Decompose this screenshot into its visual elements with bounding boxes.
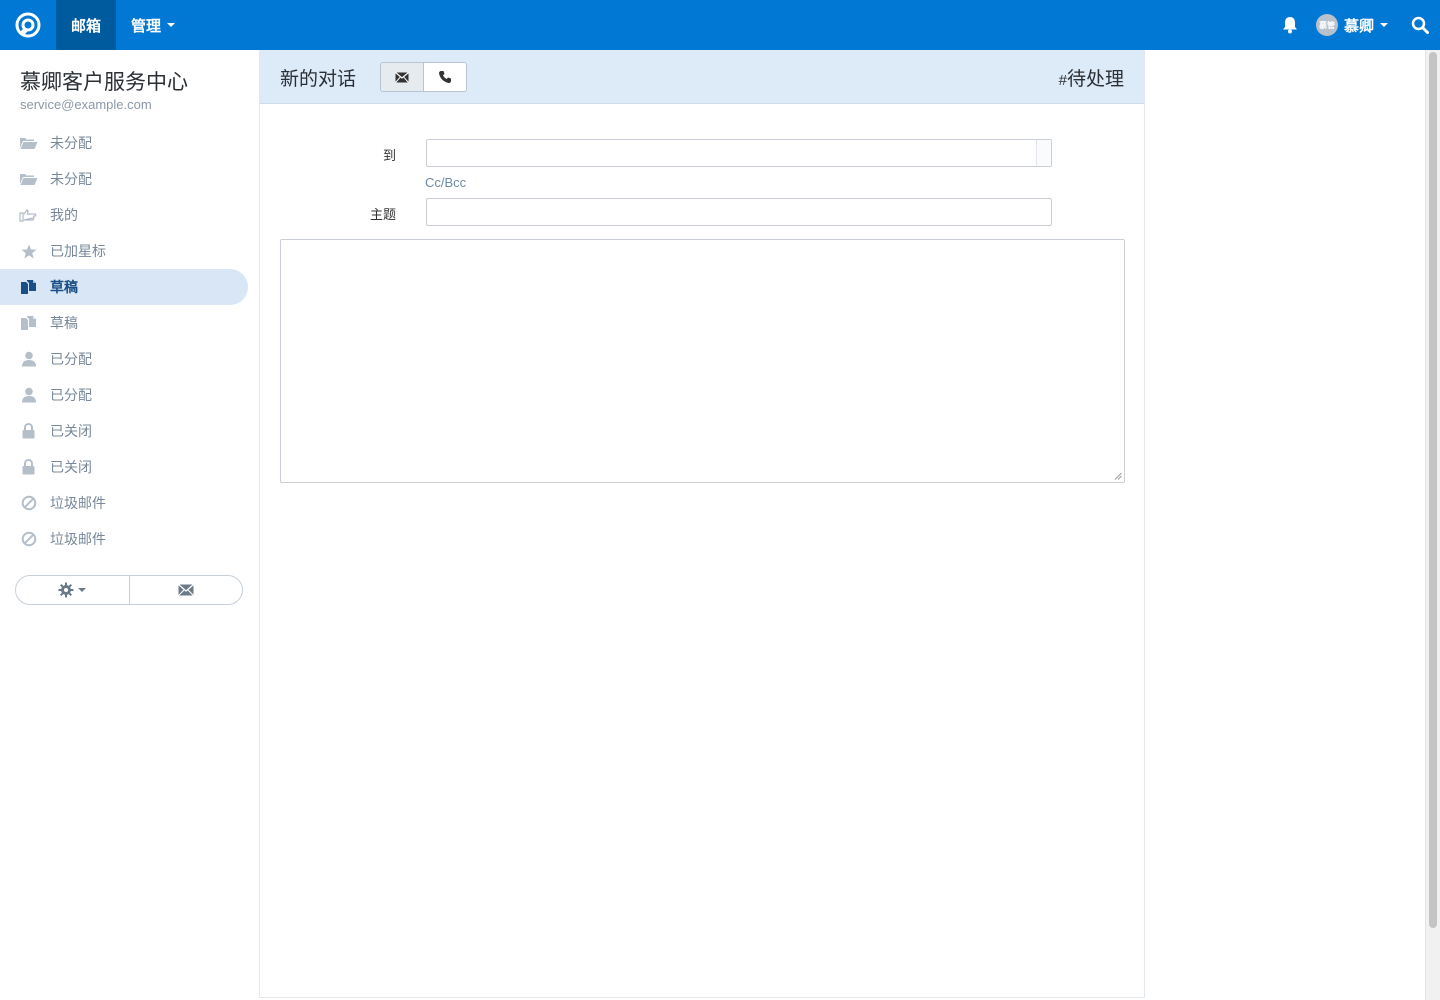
cc-bcc-link[interactable]: Cc/Bcc [425, 175, 466, 190]
subject-field[interactable] [426, 198, 1052, 226]
chevron-down-icon [78, 588, 87, 592]
search-icon [1411, 16, 1429, 34]
sidebar-folder-item[interactable]: 已分配 [0, 341, 248, 377]
sidebar-folder-item[interactable]: 已关闭 [0, 449, 248, 485]
topbar-right: 慕管 慕卿 [1270, 0, 1440, 50]
ban-icon [19, 531, 38, 547]
sidebar-folder-label: 垃圾邮件 [50, 531, 106, 547]
star-icon [19, 243, 38, 259]
to-field[interactable] [426, 139, 1052, 167]
editor-header: 新的对话 #待处理 [260, 50, 1144, 104]
user-menu[interactable]: 慕管 慕卿 [1310, 0, 1400, 50]
sidebar-folder-label: 已分配 [50, 351, 92, 367]
mailbox-email: service@example.com [20, 97, 152, 112]
sidebar-folder-label: 已分配 [50, 387, 92, 403]
sidebar-folder-label: 已关闭 [50, 423, 92, 439]
sidebar: 慕卿客户服务中心 service@example.com 未分配 未分配 我的 已加星… [0, 50, 258, 1000]
nav-mailbox[interactable]: 邮箱 [56, 0, 117, 50]
sidebar-folder-item[interactable]: 未分配 [0, 125, 248, 161]
phone-icon [439, 71, 451, 83]
sidebar-actions [15, 575, 243, 605]
folder-list: 未分配 未分配 我的 已加星标 草稿 草稿 已分配 已分配 已关闭 已关闭 垃圾邮件 垃圾邮件 [0, 125, 258, 557]
envelope-icon [395, 71, 409, 83]
sidebar-folder-item[interactable]: 草稿 [0, 269, 248, 305]
search-button[interactable] [1400, 0, 1440, 50]
sidebar-folder-item[interactable]: 垃圾邮件 [0, 485, 248, 521]
sidebar-folder-item[interactable]: 已分配 [0, 377, 248, 413]
conversation-editor: 新的对话 #待处理 到 Cc/Bcc 主题 [259, 50, 1145, 998]
mailbox-name[interactable]: 慕卿客户服务中心 [20, 66, 188, 96]
sidebar-folder-label: 我的 [50, 207, 78, 223]
sidebar-folder-item[interactable]: 已加星标 [0, 233, 248, 269]
avatar-text: 慕管 [1318, 20, 1335, 30]
top-navbar: 邮箱 管理 慕管 慕卿 [0, 0, 1440, 50]
app-logo[interactable] [0, 0, 56, 50]
phone-type-button[interactable] [423, 63, 466, 91]
new-conversation-button[interactable] [128, 576, 243, 604]
drafts-icon [19, 279, 38, 295]
hand-point-icon [19, 207, 38, 223]
envelope-icon [177, 584, 194, 596]
sidebar-folder-item[interactable]: 已关闭 [0, 413, 248, 449]
avatar: 慕管 [1315, 14, 1338, 36]
sidebar-folder-item[interactable]: 我的 [0, 197, 248, 233]
ban-icon [19, 495, 38, 511]
lock-icon [19, 423, 38, 439]
email-type-button[interactable] [381, 63, 423, 91]
sidebar-folder-label: 已加星标 [50, 243, 106, 259]
sidebar-folder-item[interactable]: 草稿 [0, 305, 248, 341]
nav-mailbox-label: 邮箱 [71, 17, 102, 35]
status-label: 待处理 [1066, 69, 1124, 90]
drafts-icon [19, 315, 38, 331]
resize-handle-icon[interactable] [1114, 472, 1122, 480]
to-label: 到 [382, 148, 396, 163]
lock-icon [19, 459, 38, 475]
to-field-addon [1036, 140, 1051, 166]
settings-button[interactable] [16, 576, 129, 604]
sidebar-folder-label: 草稿 [50, 315, 78, 331]
nav-manage-label: 管理 [131, 17, 162, 35]
gear-icon [58, 582, 74, 598]
right-panel [1145, 50, 1425, 998]
chevron-down-icon [1380, 23, 1388, 27]
message-body-textarea[interactable] [280, 239, 1125, 483]
subject-label: 主题 [369, 207, 396, 222]
scrollbar-thumb[interactable] [1429, 52, 1437, 928]
sidebar-folder-label: 未分配 [50, 135, 92, 151]
helpscout-logo-icon [15, 12, 41, 38]
folder-open-icon [19, 171, 38, 187]
sidebar-folder-item[interactable]: 未分配 [0, 161, 248, 197]
sidebar-folder-label: 未分配 [50, 171, 92, 187]
sidebar-folder-label: 垃圾邮件 [50, 495, 106, 511]
sidebar-folder-item[interactable]: 垃圾邮件 [0, 521, 248, 557]
conversation-type-toggle [380, 62, 467, 92]
user-icon [19, 351, 38, 367]
status-tag[interactable]: #待处理 [1059, 64, 1124, 91]
chevron-down-icon [167, 23, 176, 27]
bell-icon [1282, 17, 1297, 34]
page-title: 新的对话 [280, 69, 357, 90]
folder-open-icon [19, 135, 38, 151]
sidebar-folder-label: 草稿 [50, 279, 78, 295]
sidebar-folder-label: 已关闭 [50, 459, 92, 475]
notifications-button[interactable] [1270, 0, 1310, 50]
nav-manage[interactable]: 管理 [116, 0, 190, 50]
status-hash: # [1058, 72, 1067, 89]
page-scrollbar[interactable] [1425, 50, 1440, 1000]
user-icon [19, 387, 38, 403]
user-name: 慕卿 [1343, 17, 1374, 35]
